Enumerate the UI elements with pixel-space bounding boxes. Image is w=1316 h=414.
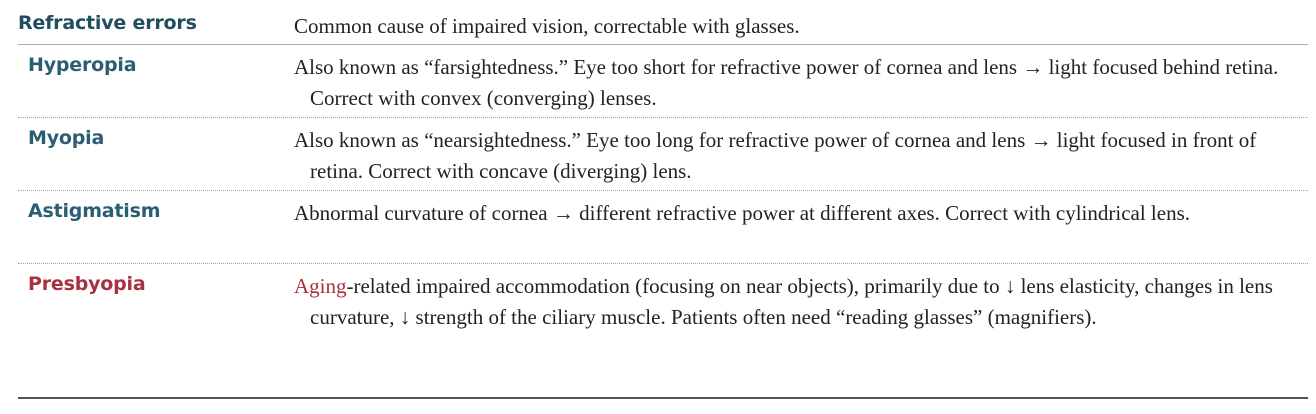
row-divider: [18, 190, 1308, 191]
refractive-errors-table: Refractive errors Common cause of impair…: [0, 0, 1316, 414]
highlight-word: Aging: [294, 274, 347, 298]
term-label: Hyperopia: [28, 54, 137, 76]
header-divider: [18, 44, 1308, 45]
table-bottom-rule: [18, 397, 1308, 399]
section-heading: Refractive errors: [18, 12, 197, 34]
term-label: Astigmatism: [28, 200, 161, 222]
row-divider: [18, 263, 1308, 264]
term-definition: Also known as “farsightedness.” Eye too …: [294, 55, 1279, 110]
term-label: Presbyopia: [28, 273, 146, 295]
header-definition: Common cause of impaired vision, correct…: [294, 14, 800, 38]
term-definition: Aging-related impaired accommodation (fo…: [294, 271, 1310, 333]
term-definition: Also known as “nearsightedness.” Eye too…: [294, 128, 1257, 183]
definition-text: -related impaired accommodation (focusin…: [310, 274, 1273, 329]
term-label: Myopia: [28, 127, 105, 149]
term-definition: Abnormal curvature of cornea → different…: [294, 201, 1191, 225]
row-divider: [18, 117, 1308, 118]
